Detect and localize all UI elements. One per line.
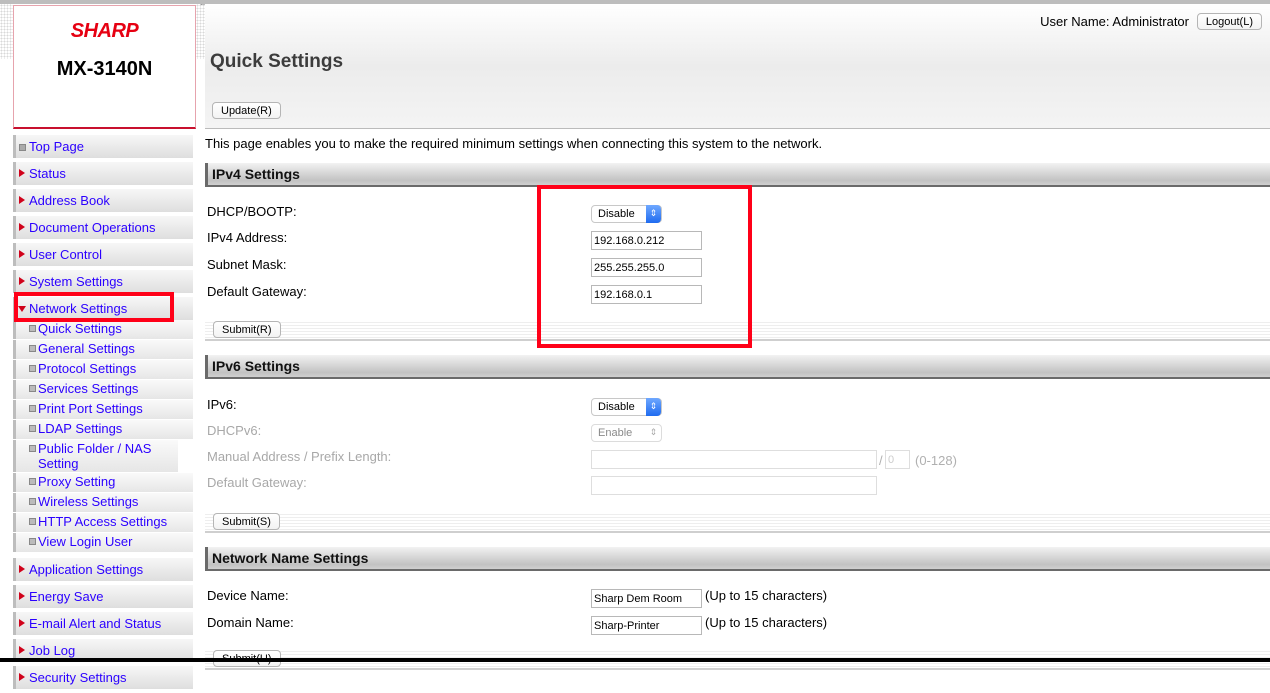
logo-box: SHARP MX-3140N <box>13 5 196 129</box>
ipv6-select[interactable]: Disable ⇕ <box>591 398 662 416</box>
page-icon <box>29 445 36 452</box>
device-name-hint: (Up to 15 characters) <box>705 588 828 603</box>
intro-text: This page enables you to make the requir… <box>205 136 823 151</box>
page-icon <box>19 144 26 151</box>
ipv4-address-label: IPv4 Address: <box>207 230 288 245</box>
sidebar-subitem-quick-settings[interactable]: Quick Settings <box>13 320 193 339</box>
highlight-box-network-settings <box>14 292 174 322</box>
user-name-label: User Name: Administrator <box>1040 14 1189 29</box>
submit-ipv6-button[interactable]: Submit(S) <box>213 513 280 530</box>
logout-button[interactable]: Logout(L) <box>1196 13 1262 30</box>
page-title: Quick Settings <box>210 51 344 72</box>
submit-ipv4-button[interactable]: Submit(R) <box>213 321 281 338</box>
sidebar-item-email-alert-status[interactable]: E-mail Alert and Status <box>13 612 193 635</box>
sidebar-item-energy-save[interactable]: Energy Save <box>13 585 193 608</box>
caret-right-icon <box>19 646 25 654</box>
page-header: User Name: Administrator Logout(L) Quick… <box>205 4 1270 129</box>
page-icon <box>29 365 36 372</box>
caret-right-icon <box>19 592 25 600</box>
highlight-box-ipv4-fields <box>537 185 752 348</box>
submit-bar-ipv6 <box>205 512 1270 533</box>
page-icon <box>29 518 36 525</box>
domain-name-input[interactable] <box>591 616 702 635</box>
sidebar-subitem-view-login-user[interactable]: View Login User <box>13 533 193 552</box>
caret-right-icon <box>19 565 25 573</box>
sidebar-subitem-proxy-setting[interactable]: Proxy Setting <box>13 473 193 492</box>
select-arrows-icon: ⇕ <box>646 398 661 416</box>
sidebar-menu: Top Page Status Address Book Document Op… <box>13 135 193 693</box>
sidebar-subitem-print-port-settings[interactable]: Print Port Settings <box>13 400 193 419</box>
dhcpv6-select: Enable ⇕ <box>591 424 662 442</box>
update-button[interactable]: Update(R) <box>212 102 281 119</box>
brand-logo: SHARP <box>70 20 139 42</box>
sidebar-subitem-public-folder-nas-setting[interactable]: Public Folder / NAS Setting <box>13 440 178 472</box>
prefix-separator: / <box>879 453 883 468</box>
caret-right-icon <box>19 619 25 627</box>
page-icon <box>29 385 36 392</box>
window-bottom-border <box>0 658 1270 662</box>
sidebar-subitem-services-settings[interactable]: Services Settings <box>13 380 193 399</box>
section-header-ipv4: IPv4 Settings <box>205 163 1270 187</box>
decorative-dots <box>0 4 13 59</box>
page-icon <box>29 538 36 545</box>
prefix-length-input <box>885 450 910 469</box>
sidebar-subitem-http-access-settings[interactable]: HTTP Access Settings <box>13 513 193 532</box>
manual-address-label: Manual Address / Prefix Length: <box>207 449 392 464</box>
sidebar-subitem-protocol-settings[interactable]: Protocol Settings <box>13 360 193 379</box>
sidebar-item-document-operations[interactable]: Document Operations <box>13 216 193 239</box>
caret-right-icon <box>19 169 25 177</box>
sidebar-item-user-control[interactable]: User Control <box>13 243 193 266</box>
caret-right-icon <box>19 277 25 285</box>
sidebar-item-status[interactable]: Status <box>13 162 193 185</box>
page-icon <box>29 325 36 332</box>
domain-name-hint: (Up to 15 characters) <box>705 615 828 630</box>
caret-right-icon <box>19 673 25 681</box>
sidebar-subitem-wireless-settings[interactable]: Wireless Settings <box>13 493 193 512</box>
page-icon <box>29 405 36 412</box>
subnet-mask-label: Subnet Mask: <box>207 257 287 272</box>
ipv6-gateway-label: Default Gateway: <box>207 475 307 490</box>
ipv4-gateway-label: Default Gateway: <box>207 284 307 299</box>
section-header-ipv6: IPv6 Settings <box>205 355 1270 379</box>
page-icon <box>29 478 36 485</box>
page-icon <box>29 498 36 505</box>
sidebar-subitem-ldap-settings[interactable]: LDAP Settings <box>13 420 193 439</box>
prefix-range-hint: (0-128) <box>915 453 957 468</box>
select-arrows-icon: ⇕ <box>649 427 658 437</box>
domain-name-label: Domain Name: <box>207 615 294 630</box>
sidebar-item-address-book[interactable]: Address Book <box>13 189 193 212</box>
page-icon <box>29 425 36 432</box>
caret-right-icon <box>19 223 25 231</box>
model-name: MX-3140N <box>56 58 153 80</box>
dhcpv6-label: DHCPv6: <box>207 423 262 438</box>
page-icon <box>29 345 36 352</box>
caret-right-icon <box>19 250 25 258</box>
caret-right-icon <box>19 196 25 204</box>
manual-address-input <box>591 450 877 469</box>
sidebar-subitem-general-settings[interactable]: General Settings <box>13 340 193 359</box>
sidebar-item-application-settings[interactable]: Application Settings <box>13 558 193 581</box>
ipv6-gateway-input <box>591 476 877 495</box>
device-name-input[interactable] <box>591 589 702 608</box>
section-header-network-name: Network Name Settings <box>205 547 1270 571</box>
ipv6-label: IPv6: <box>207 397 237 412</box>
sidebar-item-top-page[interactable]: Top Page <box>13 135 193 158</box>
dhcp-bootp-label: DHCP/BOOTP: <box>207 204 297 219</box>
sidebar-item-security-settings[interactable]: Security Settings <box>13 666 193 689</box>
device-name-label: Device Name: <box>207 588 289 603</box>
sidebar-item-system-settings[interactable]: System Settings <box>13 270 193 293</box>
